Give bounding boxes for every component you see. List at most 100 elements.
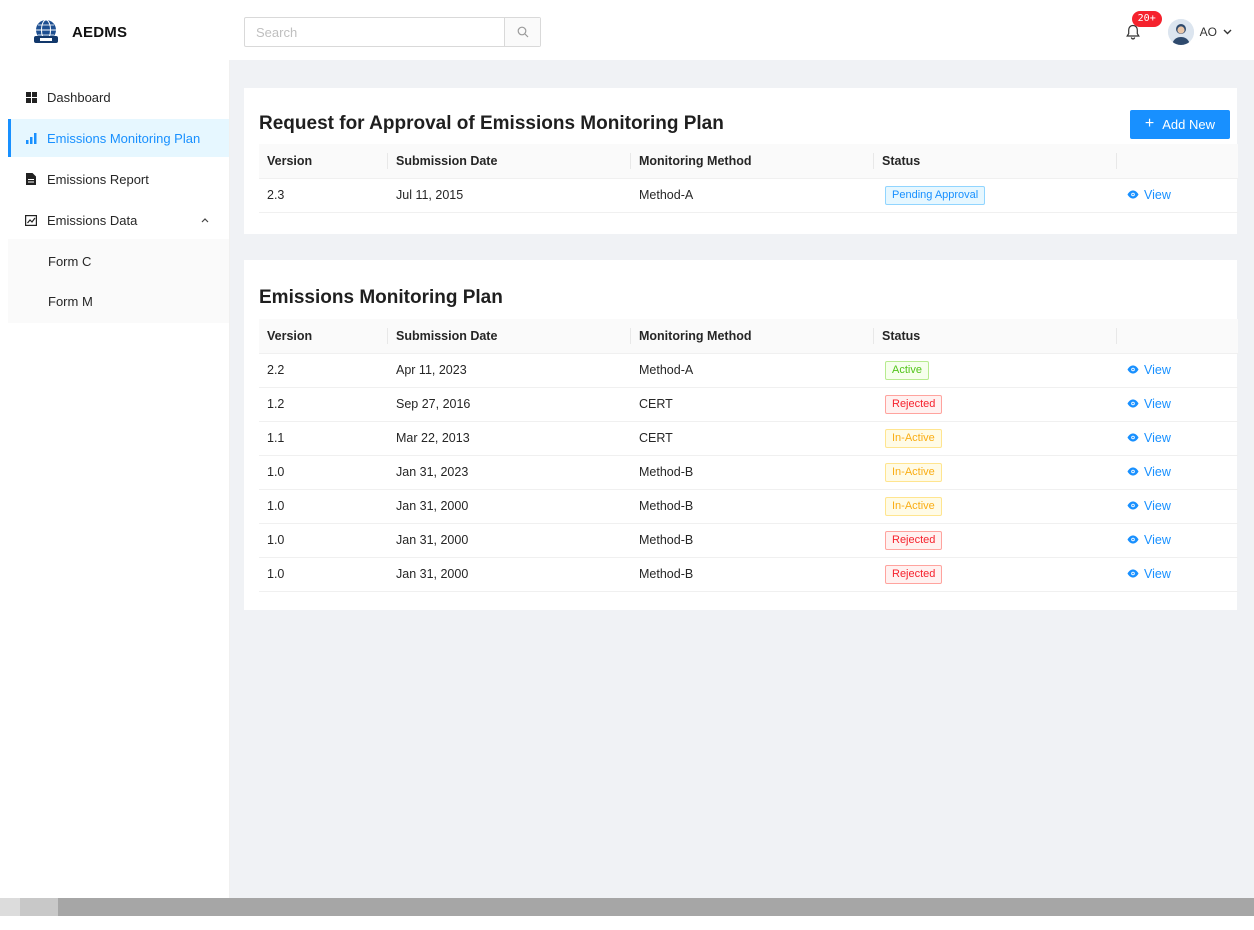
eye-icon [1127, 190, 1139, 199]
status-cell: Rejected [874, 387, 1117, 422]
eye-icon [1127, 433, 1139, 442]
sidebar-item-emissions-monitoring-plan[interactable]: Emissions Monitoring Plan [8, 119, 229, 157]
status-badge: Rejected [885, 394, 943, 414]
view-label: View [1144, 498, 1171, 513]
view-link[interactable]: View [1127, 431, 1171, 445]
date-cell: Jan 31, 2023 [388, 455, 631, 490]
method-cell: Method-A [631, 178, 874, 213]
view-label: View [1144, 464, 1171, 479]
status-cell: Pending Approval [874, 178, 1117, 213]
view-link[interactable]: View [1127, 567, 1171, 581]
column-header [1117, 144, 1238, 179]
eye-icon [1127, 467, 1139, 476]
table-row: 1.0 Jan 31, 2023 Method-B In-Active View [259, 455, 1238, 490]
card-title: Request for Approval of Emissions Monito… [259, 113, 724, 134]
view-link[interactable]: View [1127, 363, 1171, 377]
sidebar-subitem-label: Form M [48, 293, 93, 309]
sidebar-item-label: Dashboard [47, 89, 111, 105]
eye-icon [1127, 535, 1139, 544]
status-badge: In-Active [885, 496, 942, 516]
table-row: 1.0 Jan 31, 2000 Method-B In-Active View [259, 489, 1238, 524]
chevron-down-icon [1223, 29, 1232, 35]
sidebar-item-label: Emissions Report [47, 171, 149, 187]
version-cell: 1.0 [259, 455, 388, 490]
file-icon [24, 172, 38, 186]
table-row: 1.0 Jan 31, 2000 Method-B Rejected View [259, 557, 1238, 592]
search-input[interactable] [245, 18, 504, 46]
method-cell: Method-B [631, 489, 874, 524]
date-cell: Jan 31, 2000 [388, 489, 631, 524]
search-button[interactable] [504, 18, 540, 46]
column-header: Status [874, 319, 1117, 354]
globe-logo-icon [32, 19, 60, 45]
date-cell: Mar 22, 2013 [388, 421, 631, 456]
status-cell: In-Active [874, 455, 1117, 490]
view-label: View [1144, 396, 1171, 411]
search-box [244, 17, 541, 47]
add-new-button[interactable]: + Add New [1129, 109, 1230, 139]
plus-icon: + [1144, 115, 1155, 132]
version-cell: 1.2 [259, 387, 388, 422]
view-link[interactable]: View [1127, 397, 1171, 411]
card-header: Emissions Monitoring Plan [259, 277, 1222, 319]
sidebar-item-emissions-report[interactable]: Emissions Report [8, 160, 229, 198]
version-cell: 2.3 [259, 178, 388, 213]
bar-chart-icon [24, 131, 38, 145]
emissions-data-submenu: Form C Form M [8, 239, 229, 323]
version-cell: 1.0 [259, 523, 388, 558]
version-cell: 2.2 [259, 353, 388, 388]
view-label: View [1144, 362, 1171, 377]
method-cell: Method-B [631, 557, 874, 592]
user-menu[interactable]: AO [1167, 19, 1232, 45]
view-link[interactable]: View [1127, 188, 1171, 202]
search-icon [517, 26, 528, 38]
notification-badge: 20+ [1131, 11, 1162, 27]
view-link[interactable]: View [1127, 533, 1171, 547]
view-link[interactable]: View [1127, 465, 1171, 479]
status-badge: Pending Approval [885, 185, 986, 205]
action-cell: View [1117, 421, 1238, 456]
card-header: Request for Approval of Emissions Monito… [259, 104, 1230, 144]
card-title: Emissions Monitoring Plan [259, 287, 503, 308]
method-cell: Method-B [631, 523, 874, 558]
approval-requests-card: Request for Approval of Emissions Monito… [244, 88, 1238, 234]
sidebar-subitem-form-c[interactable]: Form C [8, 241, 229, 281]
status-badge: In-Active [885, 462, 942, 482]
status-cell: Rejected [874, 557, 1117, 592]
eye-icon [1127, 399, 1139, 408]
eye-icon [1127, 501, 1139, 510]
date-cell: Jan 31, 2000 [388, 557, 631, 592]
sidebar-item-label: Emissions Monitoring Plan [47, 130, 201, 146]
sidebar-item-dashboard[interactable]: Dashboard [8, 78, 229, 116]
notifications-button[interactable]: 20+ [1122, 11, 1162, 43]
avatar [1167, 19, 1194, 45]
brand[interactable]: AEDMS [8, 19, 230, 45]
status-cell: Active [874, 353, 1117, 388]
status-cell: In-Active [874, 421, 1117, 456]
status-badge: Rejected [885, 564, 943, 584]
column-header [1117, 319, 1238, 354]
bottom-scrollbar[interactable] [0, 898, 1254, 916]
column-header: Submission Date [388, 319, 631, 354]
table-header-row: Version Submission Date Monitoring Metho… [259, 144, 1238, 179]
view-link[interactable]: View [1127, 499, 1171, 513]
action-cell: View [1117, 489, 1238, 524]
line-chart-icon [24, 213, 38, 227]
table-row: 2.3 Jul 11, 2015 Method-A Pending Approval V… [259, 178, 1238, 213]
header-actions: 20+ AO [1122, 11, 1254, 45]
sidebar-item-emissions-data[interactable]: Emissions Data [8, 201, 229, 239]
monitoring-plans-card: Emissions Monitoring Plan Version Submis… [244, 260, 1238, 610]
sidebar-subitem-form-m[interactable]: Form M [8, 281, 229, 321]
view-label: View [1144, 532, 1171, 547]
top-header: AEDMS 20+ [8, 4, 1254, 60]
method-cell: Method-B [631, 455, 874, 490]
sidebar-item-label: Emissions Data [47, 212, 138, 228]
add-new-label: Add New [1162, 116, 1215, 132]
action-cell: View [1117, 523, 1238, 558]
action-cell: View [1117, 387, 1238, 422]
sidebar: Dashboard Emissions Monitoring Plan Emis… [8, 60, 230, 898]
chevron-up-icon [201, 214, 209, 226]
scrollbar-segment [20, 898, 58, 916]
table-row: 1.0 Jan 31, 2000 Method-B Rejected View [259, 523, 1238, 558]
column-header: Monitoring Method [631, 144, 874, 179]
